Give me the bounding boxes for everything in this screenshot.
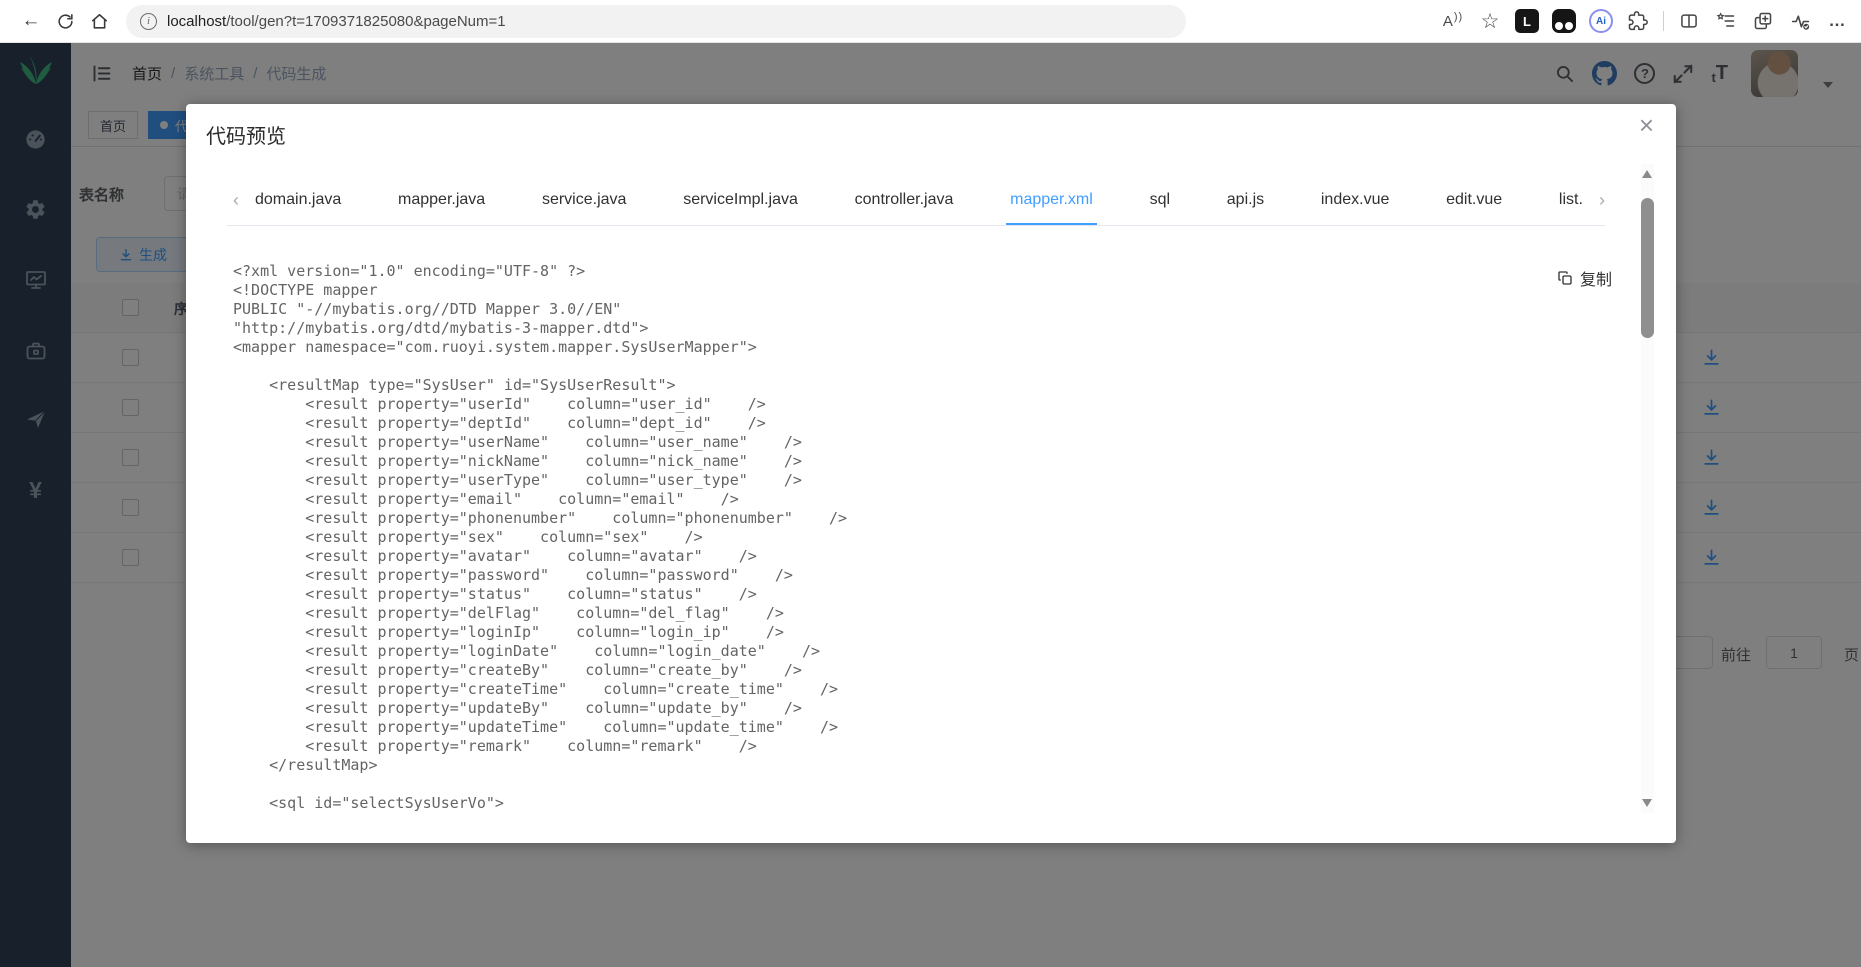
split-screen-icon[interactable] [1677, 9, 1701, 33]
tab-sql[interactable]: sql [1150, 190, 1170, 225]
copy-icon [1558, 271, 1572, 285]
extension-goggles-icon[interactable] [1552, 9, 1576, 33]
tabs-next-arrow-icon[interactable]: › [1589, 190, 1605, 225]
tab-edit-vue[interactable]: edit.vue [1446, 190, 1502, 225]
tab-mapper-xml[interactable]: mapper.xml [1006, 190, 1097, 225]
close-icon: × [1638, 110, 1654, 140]
refresh-icon [57, 13, 73, 29]
extension-l-icon[interactable]: L [1515, 9, 1539, 33]
copy-button[interactable]: 复制 [1557, 266, 1612, 290]
browser-essentials-icon[interactable] [1788, 9, 1812, 33]
tab-service-java[interactable]: service.java [542, 190, 626, 225]
url-host: localhost [167, 12, 227, 30]
more-menu-icon[interactable]: … [1825, 9, 1849, 33]
code-scrollbar[interactable] [1641, 164, 1654, 813]
browser-toolbar: ← i localhost/tool/gen?t=1709371825080&p… [0, 0, 1861, 43]
site-info-icon[interactable]: i [140, 12, 157, 30]
scrollbar-thumb[interactable] [1641, 198, 1654, 338]
back-button[interactable]: ← [14, 4, 48, 38]
extensions-puzzle-icon[interactable] [1626, 9, 1650, 33]
home-button[interactable] [82, 4, 116, 38]
tab-controller-java[interactable]: controller.java [855, 190, 954, 225]
toolbar-separator [1663, 11, 1664, 31]
scroll-up-icon[interactable] [1642, 170, 1652, 178]
read-aloud-icon[interactable]: A)) [1441, 9, 1465, 33]
scroll-down-icon[interactable] [1642, 799, 1652, 807]
home-icon [91, 13, 107, 29]
tab-mapper-java[interactable]: mapper.java [398, 190, 485, 225]
code-tabs-bar: ‹ domain.java mapper.java service.java s… [227, 190, 1605, 226]
address-bar[interactable]: i localhost/tool/gen?t=1709371825080&pag… [126, 4, 1186, 38]
dialog-title: 代码预览 [206, 126, 286, 148]
extension-ai-icon[interactable]: Ai [1589, 9, 1613, 33]
code-content[interactable]: <?xml version="1.0" encoding="UTF-8" ?> … [233, 262, 847, 813]
collections-icon[interactable] [1751, 9, 1775, 33]
dialog-close-button[interactable]: × [1639, 112, 1654, 138]
copy-label: 复制 [1579, 272, 1612, 289]
app-window: ¥ 首页 / 系统工具 / 代码生成 ? [0, 43, 1861, 967]
code-preview-dialog: 代码预览 × ‹ domain.java mapper.java service… [186, 104, 1676, 843]
url-path: /tool/gen?t=1709371825080&pageNum=1 [226, 12, 506, 30]
tabs-prev-arrow-icon[interactable]: ‹ [227, 190, 249, 225]
favorite-star-icon[interactable]: ☆ [1478, 9, 1502, 33]
tab-serviceimpl-java[interactable]: serviceImpl.java [683, 190, 798, 225]
tab-index-vue[interactable]: index.vue [1321, 190, 1390, 225]
tab-api-js[interactable]: api.js [1227, 190, 1264, 225]
favorites-list-icon[interactable] [1714, 9, 1738, 33]
tab-list-vue[interactable]: list. [1559, 190, 1583, 225]
tab-domain-java[interactable]: domain.java [255, 190, 341, 225]
refresh-button[interactable] [48, 4, 82, 38]
